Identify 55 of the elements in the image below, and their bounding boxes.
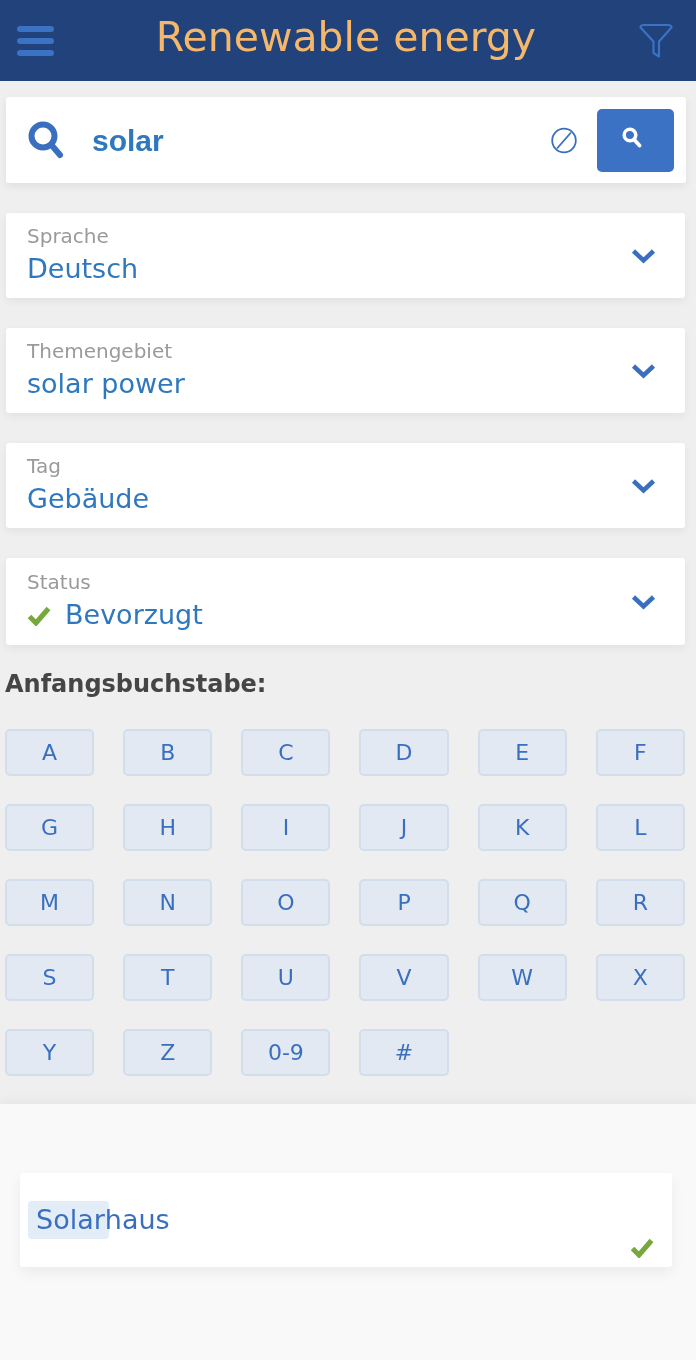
letter-button[interactable]: 0-9 [241,1029,331,1076]
filter-dropdown[interactable]: Tag Gebäude [6,443,685,528]
letter-button[interactable]: N [123,879,213,926]
search-icon [28,121,64,159]
letter-button[interactable]: R [595,879,685,926]
letter-button[interactable]: L [595,804,685,851]
letter-button[interactable]: A [5,729,95,776]
letter-button[interactable]: S [5,954,95,1001]
search-bar[interactable]: solar [6,97,686,183]
letter-button[interactable]: K [477,804,567,851]
filter-dropdown[interactable]: Status Bevorzugt [6,558,685,645]
filter-dropdown[interactable]: Themengebiet solar power [6,328,685,413]
field-label: Tag [27,453,62,479]
dropdown-value: Deutsch [27,252,139,286]
letter-button[interactable]: P [359,879,449,926]
chevron-down-icon [631,593,656,610]
letter-button[interactable]: U [241,954,331,1001]
letter-button[interactable]: I [241,804,331,851]
check-icon [27,606,51,626]
letter-button[interactable]: F [595,729,685,776]
field-label: Sprache [27,223,110,249]
letter-button[interactable]: J [359,804,449,851]
dropdown-value: Bevorzugt [65,598,203,632]
dropdown-value: solar power [27,367,185,401]
search-icon [621,126,642,148]
section-heading: Anfangsbuchstabe: [5,669,268,699]
app-title: Renewable energy [155,11,537,62]
letter-button[interactable]: O [241,879,331,926]
letter-button[interactable]: V [359,954,449,1001]
letter-button[interactable]: # [359,1029,449,1076]
letter-button[interactable]: Q [477,879,567,926]
letter-button[interactable]: T [123,954,213,1001]
letter-button[interactable]: Y [5,1029,95,1076]
field-label: Themengebiet [27,338,174,364]
letter-button[interactable]: W [477,954,567,1001]
chevron-down-icon [631,362,656,379]
letter-button[interactable]: Z [123,1029,213,1076]
letter-button[interactable]: H [123,804,213,851]
result-card[interactable]: Solarhaus [20,1173,672,1267]
result-title: Solarhaus [28,1201,170,1239]
letter-button[interactable]: M [5,879,95,926]
letter-button[interactable]: E [477,729,567,776]
letter-button[interactable]: C [241,729,331,776]
letter-button[interactable]: D [359,729,449,776]
clear-icon[interactable] [551,126,577,154]
letter-button[interactable]: G [5,804,95,851]
search-button[interactable] [597,108,674,172]
filter-dropdown[interactable]: Sprache Deutsch [6,213,685,298]
dropdown-value: Gebäude [27,482,150,516]
chevron-down-icon [631,247,656,264]
letter-button[interactable]: B [123,729,213,776]
letter-button[interactable]: X [595,954,685,1001]
chevron-down-icon [631,477,656,494]
field-label: Status [27,569,92,595]
search-field[interactable]: solar [92,121,551,161]
